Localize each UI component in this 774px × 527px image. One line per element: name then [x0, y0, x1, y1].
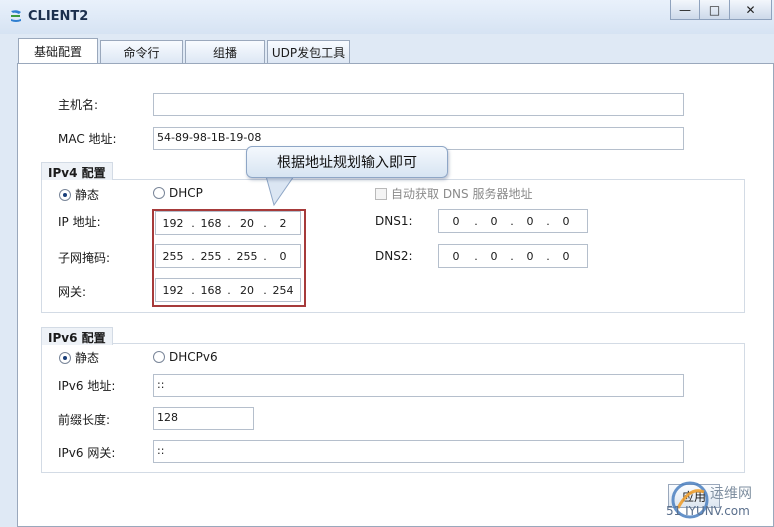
ipv4-static-radio[interactable]: 静态	[59, 186, 99, 203]
title-bar: CLIENT2 — □ ✕	[0, 0, 774, 34]
callout-bubble: 根据地址规划输入即可	[246, 146, 448, 178]
radio-selected-icon	[59, 351, 71, 364]
dns2-octet-1: 0	[452, 249, 460, 263]
dns1-label: DNS1:	[375, 214, 413, 228]
tab-strip: 基础配置 命令行 组播 UDP发包工具	[18, 38, 352, 63]
mac-label: MAC 地址:	[58, 132, 117, 146]
dns1-octet-3: 0	[526, 214, 534, 228]
dns2-input[interactable]: 0. 0. 0. 0	[438, 244, 588, 268]
watermark-url: 51 IYUNV.com	[666, 504, 750, 518]
ipv6-group-title: IPv6 配置	[41, 327, 113, 345]
ipv6-address-input[interactable]: ::	[153, 374, 684, 397]
tab-udp-tool[interactable]: UDP发包工具	[267, 40, 350, 63]
auto-dns-checkbox: 自动获取 DNS 服务器地址	[375, 185, 532, 202]
minimize-button[interactable]: —	[670, 0, 700, 20]
dns1-octet-2: 0	[490, 214, 498, 228]
close-icon: ✕	[745, 2, 756, 17]
radio-selected-icon	[59, 188, 71, 201]
subnet-mask-label: 子网掩码:	[58, 251, 111, 265]
dns2-octet-2: 0	[490, 249, 498, 263]
maximize-button[interactable]: □	[700, 0, 730, 20]
dns2-label: DNS2:	[375, 249, 413, 263]
radio-unselected-icon	[153, 351, 165, 363]
tab-command-line[interactable]: 命令行	[100, 40, 183, 63]
checkbox-icon	[375, 187, 387, 200]
dns2-octet-3: 0	[526, 249, 534, 263]
tab-basic-config[interactable]: 基础配置	[18, 38, 98, 63]
gateway-label: 网关:	[58, 285, 87, 299]
ipv6-gateway-input[interactable]: ::	[153, 440, 684, 463]
close-button[interactable]: ✕	[730, 0, 772, 20]
prefix-length-input[interactable]: 128	[153, 407, 254, 430]
dns1-input[interactable]: 0. 0. 0. 0	[438, 209, 588, 233]
watermark-text: 运维网	[710, 486, 752, 502]
window-title: CLIENT2	[28, 9, 89, 24]
hostname-input[interactable]	[153, 93, 684, 116]
ip-address-label: IP 地址:	[58, 215, 101, 229]
prefix-length-label: 前缀长度:	[58, 413, 111, 427]
hostname-label: 主机名:	[58, 98, 99, 112]
app-icon	[11, 10, 21, 22]
callout-text: 根据地址规划输入即可	[277, 155, 417, 171]
radio-unselected-icon	[153, 187, 165, 199]
tab-multicast[interactable]: 组播	[185, 40, 265, 63]
ipv6-address-label: IPv6 地址:	[58, 379, 116, 393]
window-controls: — □ ✕	[670, 0, 772, 20]
ipv6-static-radio[interactable]: 静态	[59, 349, 99, 366]
dns1-octet-1: 0	[452, 214, 460, 228]
callout-tail	[265, 176, 295, 206]
highlight-rectangle	[152, 209, 306, 307]
maximize-icon: □	[708, 2, 721, 17]
ipv4-dhcp-radio[interactable]: DHCP	[153, 186, 203, 200]
dns2-octet-4: 0	[562, 249, 570, 263]
ipv4-group-title: IPv4 配置	[41, 162, 113, 180]
ipv6-dhcpv6-radio[interactable]: DHCPv6	[153, 350, 218, 364]
dns1-octet-4: 0	[562, 214, 570, 228]
minimize-icon: —	[679, 2, 691, 17]
ipv6-gateway-label: IPv6 网关:	[58, 446, 116, 460]
